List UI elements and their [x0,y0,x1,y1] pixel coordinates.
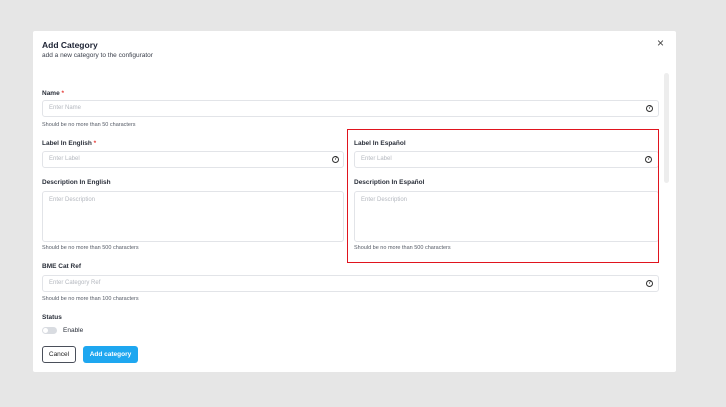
name-hint: Should be no more than 50 characters [42,122,136,128]
close-icon[interactable]: × [657,37,664,49]
description-english-hint: Should be no more than 500 characters [42,245,139,251]
modal-title: Add Category [42,40,98,50]
description-english-label: Description In English [42,179,111,186]
bme-cat-ref-input[interactable]: Enter Category Ref ? [42,275,659,292]
label-english-input[interactable]: Enter Label ? [42,151,344,168]
name-label-text: Name [42,90,60,97]
bme-cat-ref-placeholder: Enter Category Ref [49,280,101,286]
modal-subtitle: add a new category to the configurator [42,52,153,59]
add-category-modal: Add Category add a new category to the c… [33,31,676,372]
help-icon[interactable]: ? [332,156,339,163]
help-icon[interactable]: ? [646,280,653,287]
status-label: Status [42,314,62,321]
required-mark: * [61,90,65,97]
status-toggle[interactable] [42,327,57,334]
description-english-placeholder: Enter Description [49,197,96,203]
bme-cat-ref-hint: Should be no more than 100 characters [42,296,139,302]
name-label: Name * [42,90,64,97]
cancel-button[interactable]: Cancel [42,346,76,363]
label-english-label: Label In English * [42,140,96,147]
status-toggle-label: Enable [63,327,84,334]
highlight-box [347,129,659,263]
scrollbar[interactable] [664,73,669,183]
bme-cat-ref-label: BME Cat Ref [42,263,82,270]
add-category-button[interactable]: Add category [83,346,138,363]
name-placeholder: Enter Name [49,105,82,111]
label-english-label-text: Label In English [42,140,92,147]
required-mark: * [93,140,97,147]
help-icon[interactable]: ? [646,105,653,112]
name-input[interactable]: Enter Name ? [42,100,659,117]
description-english-textarea[interactable]: Enter Description [42,191,344,242]
label-english-placeholder: Enter Label [49,156,80,162]
toggle-knob [43,328,48,333]
